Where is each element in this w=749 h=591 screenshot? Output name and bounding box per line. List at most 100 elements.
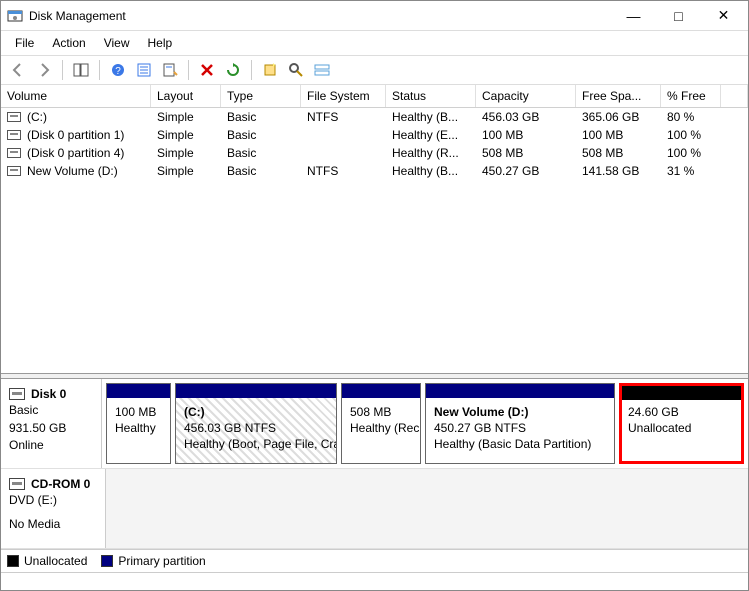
refresh-button[interactable]: [222, 59, 244, 81]
disk-row-disk0: Disk 0 Basic 931.50 GB Online 100 MBHeal…: [1, 379, 748, 469]
vol-fs: [301, 126, 386, 144]
partition-primary[interactable]: New Volume (D:)450.27 GB NTFSHealthy (Ba…: [425, 383, 615, 464]
cdrom-type: DVD (E:): [9, 493, 97, 509]
vol-type: Basic: [221, 162, 301, 180]
col-capacity[interactable]: Capacity: [476, 85, 576, 107]
table-row[interactable]: (Disk 0 partition 4) SimpleBasic Healthy (…: [1, 144, 748, 162]
vol-free: 141.58 GB: [576, 162, 661, 180]
table-row[interactable]: New Volume (D:)SimpleBasicNTFSHealthy (B…: [1, 162, 748, 180]
vol-name: (Disk 0 partition 4): [27, 146, 124, 160]
partition-header: [176, 384, 336, 398]
back-button[interactable]: [7, 59, 29, 81]
app-icon: [7, 8, 23, 24]
partition-header: [342, 384, 420, 398]
legend-unallocated: Unallocated: [7, 554, 87, 568]
partition-header: [107, 384, 170, 398]
vol-pct: 100 %: [661, 126, 721, 144]
forward-button[interactable]: [33, 59, 55, 81]
col-status[interactable]: Status: [386, 85, 476, 107]
vol-status: Healthy (B...: [386, 162, 476, 180]
legend: Unallocated Primary partition: [1, 549, 748, 572]
vol-capacity: 100 MB: [476, 126, 576, 144]
volume-icon: [7, 148, 21, 158]
partition-primary[interactable]: 100 MBHealthy: [106, 383, 171, 464]
views-button[interactable]: [311, 59, 333, 81]
volume-list-header: Volume Layout Type File System Status Ca…: [1, 85, 748, 108]
cdrom-status: No Media: [9, 517, 97, 533]
vol-pct: 100 %: [661, 144, 721, 162]
svg-text:?: ?: [115, 66, 121, 77]
col-filesystem[interactable]: File System: [301, 85, 386, 107]
vol-free: 100 MB: [576, 126, 661, 144]
properties-button[interactable]: [159, 59, 181, 81]
volume-icon: [7, 166, 21, 176]
maximize-button[interactable]: □: [656, 2, 701, 30]
disk-row-cdrom: CD-ROM 0 DVD (E:) No Media: [1, 469, 748, 549]
legend-unallocated-label: Unallocated: [24, 554, 87, 568]
volume-list-empty-area: [1, 180, 748, 373]
separator: [99, 60, 100, 80]
vol-status: Healthy (R...: [386, 144, 476, 162]
col-pctfree[interactable]: % Free: [661, 85, 721, 107]
volume-icon: [7, 112, 21, 122]
disk0-label[interactable]: Disk 0 Basic 931.50 GB Online: [1, 379, 102, 468]
col-type[interactable]: Type: [221, 85, 301, 107]
showhide-button[interactable]: [70, 59, 92, 81]
partition-body: New Volume (D:)450.27 GB NTFSHealthy (Ba…: [426, 398, 614, 463]
col-spacer: [721, 85, 748, 107]
partition-primary[interactable]: 508 MBHealthy (Rec: [341, 383, 421, 464]
titlebar: Disk Management ― □ ✕: [1, 1, 748, 31]
volume-list: Volume Layout Type File System Status Ca…: [1, 85, 748, 180]
volume-icon: [7, 130, 21, 140]
action-list-button[interactable]: [133, 59, 155, 81]
disk-icon: [9, 388, 25, 400]
col-freespace[interactable]: Free Spa...: [576, 85, 661, 107]
vol-layout: Simple: [151, 144, 221, 162]
table-row[interactable]: (Disk 0 partition 1)SimpleBasicHealthy (…: [1, 126, 748, 144]
help-button[interactable]: ?: [107, 59, 129, 81]
minimize-button[interactable]: ―: [611, 2, 656, 30]
delete-button[interactable]: [196, 59, 218, 81]
vol-capacity: 508 MB: [476, 144, 576, 162]
window-controls: ― □ ✕: [611, 2, 746, 30]
swatch-unallocated: [7, 555, 19, 567]
partition-unallocated[interactable]: 24.60 GBUnallocated: [619, 383, 744, 464]
vol-name: New Volume (D:): [27, 164, 118, 178]
cdrom-icon: [9, 478, 25, 490]
close-button[interactable]: ✕: [701, 2, 746, 30]
separator: [251, 60, 252, 80]
col-layout[interactable]: Layout: [151, 85, 221, 107]
menu-view[interactable]: View: [96, 34, 138, 52]
partition-body: 100 MBHealthy: [107, 398, 170, 463]
partition-primary[interactable]: (C:)456.03 GB NTFSHealthy (Boot, Page Fi…: [175, 383, 337, 464]
vol-pct: 31 %: [661, 162, 721, 180]
vol-layout: Simple: [151, 108, 221, 126]
find-button[interactable]: [285, 59, 307, 81]
cdrom-label[interactable]: CD-ROM 0 DVD (E:) No Media: [1, 469, 106, 548]
vol-pct: 80 %: [661, 108, 721, 126]
vol-free: 365.06 GB: [576, 108, 661, 126]
menu-help[interactable]: Help: [140, 34, 181, 52]
partition-body: 24.60 GBUnallocated: [622, 400, 741, 461]
partition-body: 508 MBHealthy (Rec: [342, 398, 420, 463]
menu-action[interactable]: Action: [44, 34, 93, 52]
menu-file[interactable]: File: [7, 34, 42, 52]
vol-type: Basic: [221, 144, 301, 162]
vol-name: (C:): [27, 110, 47, 124]
vol-capacity: 456.03 GB: [476, 108, 576, 126]
window-title: Disk Management: [29, 9, 126, 23]
vol-capacity: 450.27 GB: [476, 162, 576, 180]
vol-fs: [301, 144, 386, 162]
separator: [62, 60, 63, 80]
toolbar: ?: [1, 55, 748, 85]
col-volume[interactable]: Volume: [1, 85, 151, 107]
legend-primary-label: Primary partition: [118, 554, 205, 568]
vol-fs: NTFS: [301, 108, 386, 126]
table-row[interactable]: (C:)SimpleBasicNTFSHealthy (B...456.03 G…: [1, 108, 748, 126]
disk-map: Disk 0 Basic 931.50 GB Online 100 MBHeal…: [1, 379, 748, 549]
menubar: File Action View Help: [1, 31, 748, 55]
new-partition-button[interactable]: [259, 59, 281, 81]
statusbar: [1, 572, 748, 590]
legend-primary: Primary partition: [101, 554, 205, 568]
disk0-status: Online: [9, 438, 93, 454]
